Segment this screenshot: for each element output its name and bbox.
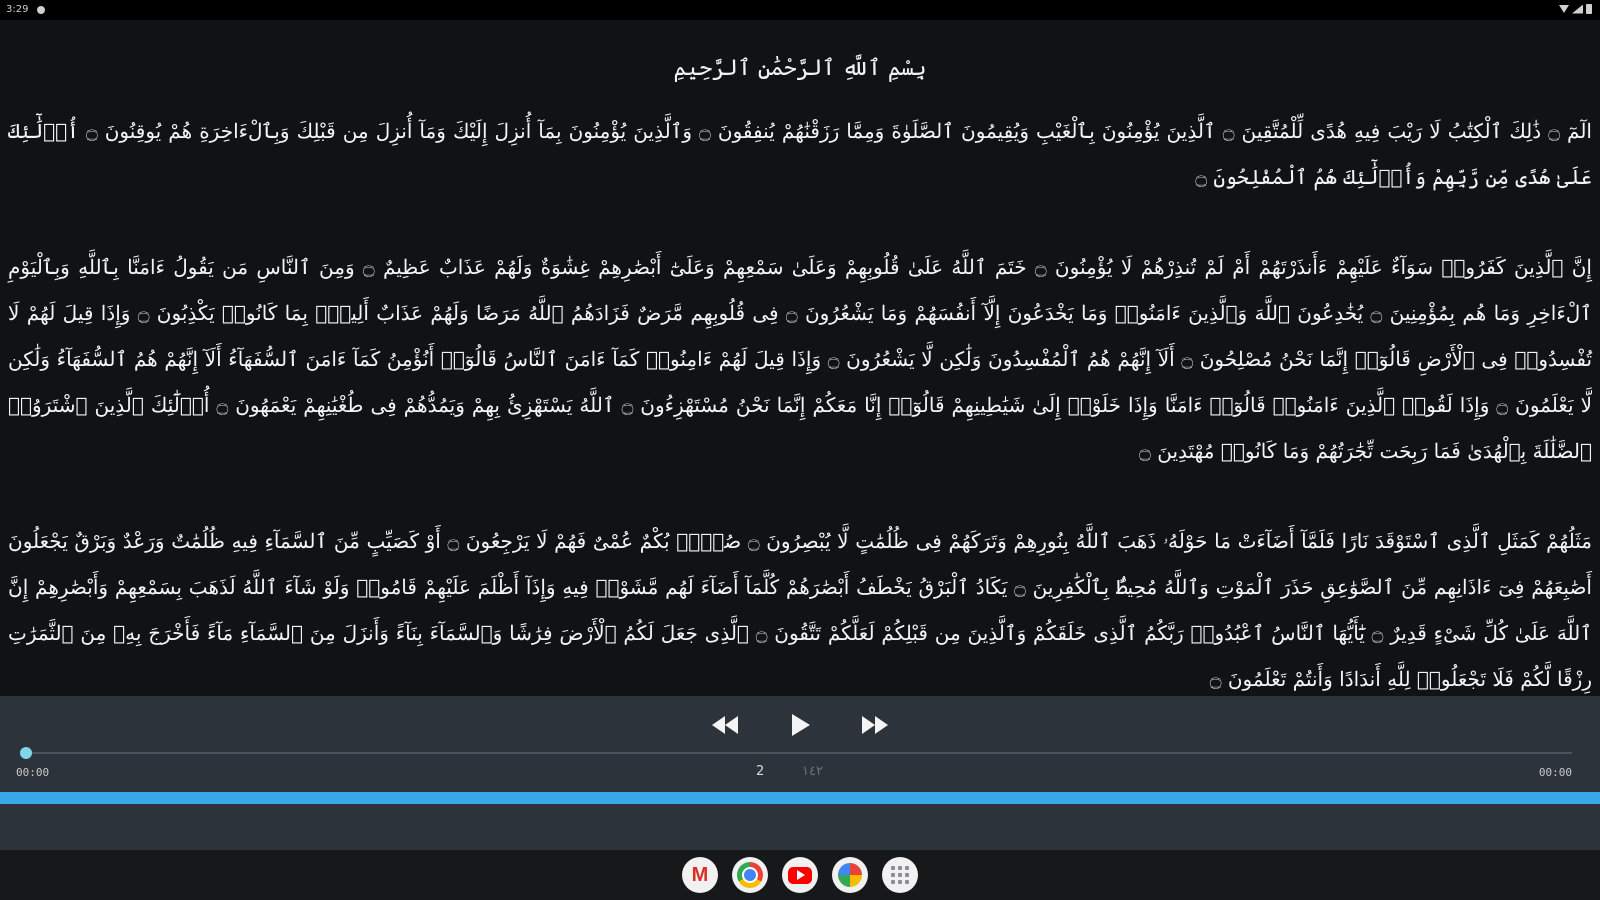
app-drawer-icon[interactable] [882,857,918,893]
gmail-icon[interactable]: M [682,857,718,893]
seek-bar[interactable] [20,747,1572,759]
taskbar: M [0,850,1600,900]
page-number: 2 [756,764,765,779]
ayah-block[interactable]: مَثَلُهُمْ كَمَثَلِ ٱلَّذِى ٱسْتَوْقَدَ … [0,518,1600,696]
wifi-icon [1559,5,1569,13]
fast-forward-icon [862,716,888,734]
status-icons [1559,4,1592,14]
audio-player: 00:00 2 ١٤٢ 00:00 [0,696,1600,792]
total-time: 00:00 [1538,766,1572,779]
photos-icon[interactable] [832,857,868,893]
play-icon [792,714,810,736]
accent-progress-band [0,792,1600,804]
status-bar: 3:29 [0,0,1600,20]
quran-reader[interactable]: بِسْمِ ٱللَّهِ ٱلرَّحْمَٰنِ ٱلرَّحِيمِ ا… [0,20,1600,696]
notification-icon [37,6,45,14]
bismillah: بِسْمِ ٱللَّهِ ٱلرَّحْمَٰنِ ٱلرَّحِيمِ [673,56,927,81]
ayah-block[interactable]: إِنَّ ٱلَّذِينَ كَفَرُوا۟ سَوَآءٌ عَلَيْ… [0,244,1600,474]
chrome-icon[interactable] [732,857,768,893]
play-button[interactable] [786,710,816,740]
elapsed-time: 00:00 [16,766,50,779]
seek-thumb[interactable] [20,747,32,759]
ayah-block[interactable]: الٓمٓ ۝ ذَٰلِكَ ٱلْكِتَٰبُ لَا رَيْبَ فِ… [0,108,1600,200]
bottom-panel [0,804,1600,850]
rewind-icon [712,716,738,734]
youtube-icon[interactable] [782,857,818,893]
battery-icon [1586,4,1592,14]
status-time: 3:29 [6,4,29,15]
signal-icon [1572,4,1583,14]
rewind-button[interactable] [704,710,746,740]
page-hint: ١٤٢ [802,764,823,779]
fast-forward-button[interactable] [854,710,896,740]
